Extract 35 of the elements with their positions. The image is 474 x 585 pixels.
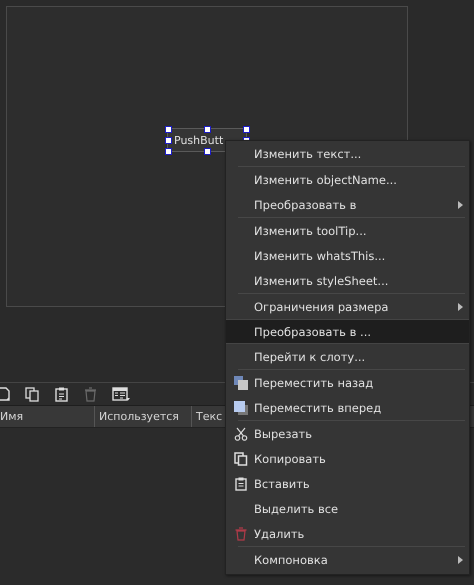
- stacked-squares-icon: [234, 400, 248, 414]
- menu-item[interactable]: Вырезать: [226, 421, 469, 446]
- menu-item[interactable]: Переместить назад: [226, 370, 469, 395]
- menu-item[interactable]: Преобразовать в: [226, 192, 469, 217]
- menu-item[interactable]: Изменить objectName...: [226, 167, 469, 192]
- menu-item[interactable]: Удалить: [226, 521, 469, 546]
- document-icon[interactable]: [0, 386, 11, 402]
- menu-item[interactable]: Вставить: [226, 471, 469, 496]
- selection-handle[interactable]: [204, 148, 211, 155]
- submenu-arrow-icon: [458, 556, 463, 564]
- menu-item[interactable]: Переместить вперед: [226, 395, 469, 420]
- column-header[interactable]: Используется: [95, 406, 192, 427]
- submenu-arrow-icon: [458, 302, 463, 310]
- menu-item[interactable]: Выделить все: [226, 496, 469, 521]
- column-header[interactable]: Текс: [192, 406, 222, 427]
- submenu-arrow-icon: [458, 200, 463, 208]
- table-view-icon[interactable]: [112, 386, 131, 402]
- copy-icon: [234, 452, 248, 466]
- menu-item[interactable]: Перейти к слоту...: [226, 344, 469, 369]
- clipboard-icon[interactable]: [54, 386, 69, 402]
- selection-handle[interactable]: [243, 126, 250, 133]
- menu-item[interactable]: Преобразовать в ...: [226, 319, 469, 344]
- menu-item[interactable]: Ограничения размера: [226, 294, 469, 319]
- menu-item[interactable]: Компоновка: [226, 547, 469, 572]
- menu-item[interactable]: Копировать: [226, 446, 469, 471]
- clipboard-icon: [234, 476, 248, 490]
- menu-item[interactable]: Изменить styleSheet...: [226, 268, 469, 293]
- copy-icon[interactable]: [25, 386, 40, 402]
- menu-item[interactable]: Изменить whatsThis...: [226, 243, 469, 268]
- scissors-icon: [234, 426, 248, 440]
- menu-item[interactable]: Изменить toolTip...: [226, 218, 469, 243]
- stacked-squares-icon: [234, 376, 248, 390]
- column-header[interactable]: Имя: [0, 406, 95, 427]
- selection-handle[interactable]: [204, 126, 211, 133]
- trash-icon: [234, 526, 248, 540]
